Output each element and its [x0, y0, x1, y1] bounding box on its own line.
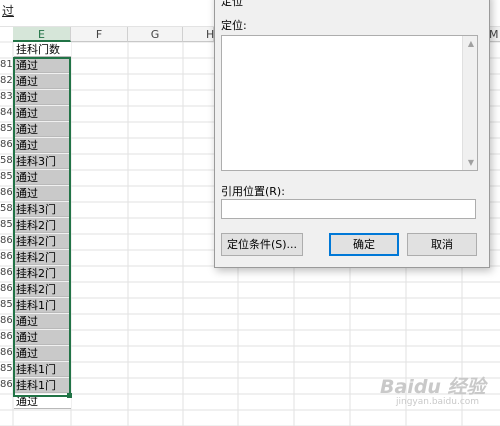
table-cell[interactable]: 通过	[14, 90, 71, 105]
row-number[interactable]: 85	[0, 123, 12, 134]
row-number[interactable]: 86	[0, 283, 12, 294]
row-number[interactable]: 86	[0, 379, 12, 390]
row-number[interactable]: 58	[0, 155, 12, 166]
row-number[interactable]: 86	[0, 267, 12, 278]
formula-text: 过	[2, 4, 15, 18]
reference-label: 引用位置(R):	[221, 185, 285, 198]
table-cell[interactable]: 通过	[14, 330, 71, 345]
table-cell[interactable]: 挂科3门	[14, 154, 71, 169]
table-cell[interactable]: 通过	[14, 58, 71, 73]
goto-dialog: 定位 定位: ▲ ▼ 引用位置(R): 定位条件(S)... 确定 取消	[214, 0, 490, 268]
table-cell[interactable]: 挂科2门	[14, 218, 71, 233]
listbox-scrollbar[interactable]: ▲ ▼	[462, 36, 477, 170]
ok-button[interactable]: 确定	[329, 233, 399, 256]
header-cell[interactable]: 挂科门数	[14, 42, 71, 57]
row-number[interactable]: 81	[0, 59, 12, 70]
column-header-g[interactable]: G	[128, 27, 183, 42]
goto-label: 定位:	[221, 19, 247, 32]
row-number[interactable]: 83	[0, 91, 12, 102]
row-number[interactable]: 85	[0, 363, 12, 374]
column-header-h[interactable]: H	[183, 27, 214, 42]
table-cell[interactable]: 通过	[14, 106, 71, 121]
table-cell[interactable]: 挂科3门	[14, 202, 71, 217]
table-cell[interactable]: 通过	[14, 346, 71, 361]
table-cell[interactable]: 通过	[14, 314, 71, 329]
row-number[interactable]: 85	[0, 219, 12, 230]
cancel-button[interactable]: 取消	[407, 233, 477, 256]
table-cell[interactable]: 挂科2门	[14, 266, 71, 281]
table-cell[interactable]: 通过	[14, 394, 71, 409]
table-cell[interactable]: 通过	[14, 170, 71, 185]
table-cell[interactable]: 挂科1门	[14, 298, 71, 313]
table-cell[interactable]: 通过	[14, 74, 71, 89]
row-number[interactable]: 86	[0, 347, 12, 358]
row-number[interactable]: 86	[0, 331, 12, 342]
row-number[interactable]: 86	[0, 251, 12, 262]
row-number[interactable]: 86	[0, 139, 12, 150]
watermark-url: jingyan.baidu.com	[396, 397, 480, 407]
row-number[interactable]: 86	[0, 315, 12, 326]
row-number[interactable]: 82	[0, 75, 12, 86]
goto-listbox[interactable]: ▲ ▼	[221, 35, 478, 171]
scroll-up-icon[interactable]: ▲	[468, 39, 474, 48]
row-number[interactable]: 85	[0, 171, 12, 182]
table-cell[interactable]: 挂科2门	[14, 282, 71, 297]
table-cell[interactable]: 挂科2门	[14, 234, 71, 249]
row-number[interactable]: 86	[0, 235, 12, 246]
row-number[interactable]: 84	[0, 107, 12, 118]
table-cell[interactable]: 挂科1门	[14, 362, 71, 377]
table-cell[interactable]: 通过	[14, 122, 71, 137]
table-cell[interactable]: 通过	[14, 138, 71, 153]
fill-handle[interactable]	[67, 393, 72, 398]
row-number[interactable]: 58	[0, 203, 12, 214]
row-number[interactable]: 85	[0, 299, 12, 310]
reference-input[interactable]	[221, 199, 476, 219]
scroll-down-icon[interactable]: ▼	[468, 158, 474, 167]
table-cell[interactable]: 挂科2门	[14, 250, 71, 265]
watermark-logo: Baidu 经验	[380, 376, 486, 398]
table-cell[interactable]: 挂科1门	[14, 378, 71, 393]
special-button[interactable]: 定位条件(S)...	[221, 233, 303, 256]
table-cell[interactable]: 通过	[14, 186, 71, 201]
column-header-f[interactable]: F	[71, 27, 128, 42]
dialog-title: 定位	[221, 0, 243, 8]
row-number[interactable]: 86	[0, 187, 12, 198]
column-header-e[interactable]: E	[13, 27, 71, 42]
